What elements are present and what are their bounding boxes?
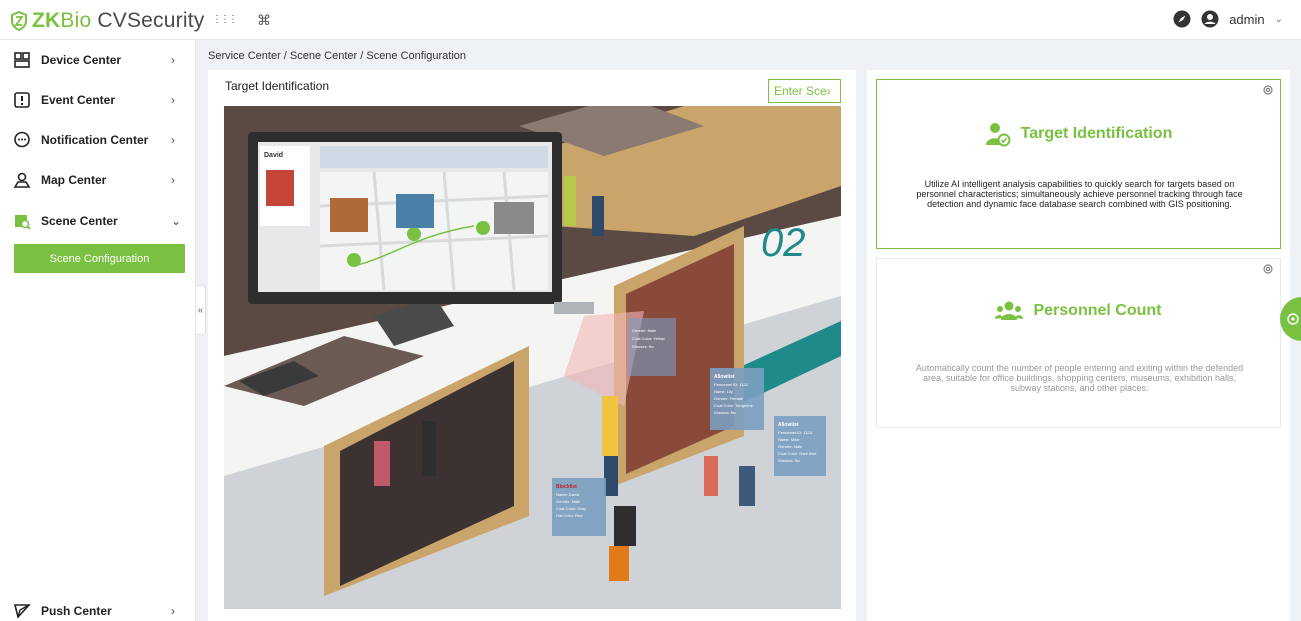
svg-text:Glasses: No: Glasses: No: [632, 344, 655, 349]
svg-text:Blocklist: Blocklist: [556, 484, 577, 490]
svg-text:Coat Color: Gray: Coat Color: Gray: [556, 506, 586, 511]
card-title: Target Identification: [1020, 125, 1173, 142]
command-icon[interactable]: ⌘: [256, 12, 272, 28]
svg-text:Personnel ID: 1122: Personnel ID: 1122: [714, 382, 749, 387]
wall-number: 02: [761, 221, 806, 265]
sidebar-item-label: Notification Center: [41, 133, 149, 147]
scene-card-personnel-count[interactable]: Personnel Count Automatically count the …: [876, 258, 1281, 428]
scene-preview-panel: Target Identification Enter Sce› David 0…: [208, 70, 856, 621]
target-person-icon: [985, 123, 1011, 147]
sidebar-item-label: Event Center: [41, 93, 116, 107]
scene-illustration: David 02 Blocklist Name: David Gender: M…: [224, 106, 841, 609]
push-icon: [13, 604, 31, 619]
floating-side-tab[interactable]: [1280, 297, 1301, 341]
svg-text:Gender: Male: Gender: Male: [556, 499, 581, 504]
sidebar-collapse-handle[interactable]: «: [196, 285, 206, 335]
sidebar-item-event-center[interactable]: Event Center ›: [0, 80, 196, 120]
grid-icon[interactable]: ⋮⋮⋮: [212, 12, 238, 28]
card-description: Utilize AI intelligent analysis capabili…: [916, 179, 1243, 209]
info-tag-allowlist-2: Allowlist Personnel ID: 1123 Name: Mike …: [774, 416, 826, 476]
svg-text:Allowlist: Allowlist: [778, 422, 799, 428]
event-icon: [14, 92, 30, 108]
svg-text:Coat Color: Yellow: Coat Color: Yellow: [632, 336, 665, 341]
chevron-right-icon: ›: [171, 604, 175, 618]
sidebar-item-label: Device Center: [41, 53, 122, 67]
people-group-icon: [995, 301, 1024, 320]
svg-text:Gender: Male: Gender: Male: [778, 444, 803, 449]
svg-text:Personnel ID: 1123: Personnel ID: 1123: [778, 430, 813, 435]
target-icon: [1287, 313, 1299, 325]
notification-icon: [14, 131, 30, 148]
svg-text:Coat Color: Dark blue: Coat Color: Dark blue: [778, 451, 817, 456]
shield-logo-icon: [11, 11, 27, 31]
card-title: Personnel Count: [1033, 302, 1162, 319]
panel-title: Target Identification: [225, 79, 330, 93]
info-tag-camera: Gender: Male Coat Color: Yellow Glasses:…: [628, 318, 676, 376]
chevron-right-icon: ›: [171, 53, 175, 67]
svg-text:Gender: Male: Gender: Male: [632, 328, 657, 333]
card-header: Personnel Count: [877, 300, 1280, 322]
gear-icon[interactable]: [1262, 84, 1274, 96]
compass-icon[interactable]: [1173, 10, 1191, 28]
chevron-right-icon: ›: [171, 173, 175, 187]
sidebar-item-map-center[interactable]: Map Center ›: [0, 160, 196, 200]
sidebar-subitem-scene-configuration[interactable]: Scene Configuration: [14, 244, 185, 273]
sidebar-item-label: Push Center: [41, 604, 112, 618]
svg-text:Hat Color: Red: Hat Color: Red: [556, 513, 582, 518]
sidebar: Device Center › Event Center › Notificat…: [0, 40, 196, 621]
svg-text:Name: Mike: Name: Mike: [778, 437, 800, 442]
breadcrumb: Service Center / Scene Center / Scene Co…: [208, 50, 467, 62]
scene-icon: [15, 215, 31, 230]
chevron-down-icon[interactable]: ⌄: [1275, 14, 1283, 25]
info-tag-blocklist: Blocklist Name: David Gender: Male Coat …: [552, 478, 606, 536]
scene-card-target-identification[interactable]: Target Identification Utilize AI intelli…: [876, 79, 1281, 249]
device-icon: [14, 52, 30, 68]
card-description: Automatically count the number of people…: [915, 363, 1244, 393]
svg-text:Allowlist: Allowlist: [714, 374, 735, 380]
user-name[interactable]: admin: [1229, 12, 1264, 27]
user-area: admin ⌄: [1173, 10, 1283, 28]
app-logo[interactable]: ZKBio CVSecurity: [10, 8, 204, 34]
top-bar: ZKBio CVSecurity ⋮⋮⋮ ⌘ admin ⌄: [0, 0, 1301, 40]
enter-scene-button[interactable]: Enter Sce›: [768, 79, 841, 103]
svg-text:Glasses: No: Glasses: No: [778, 458, 801, 463]
map-icon: [13, 172, 31, 188]
user-circle-icon[interactable]: [1201, 10, 1219, 28]
gear-icon[interactable]: [1262, 263, 1274, 275]
monitor-name: David: [264, 152, 283, 159]
svg-text:Glasses: No: Glasses: No: [714, 410, 737, 415]
card-header: Target Identification: [877, 121, 1280, 147]
app-title: ZKBio CVSecurity: [32, 9, 205, 32]
sidebar-item-push-center[interactable]: Push Center ›: [0, 591, 196, 621]
sidebar-item-label: Scene Center: [41, 214, 118, 228]
sidebar-item-label: Map Center: [41, 173, 107, 187]
chevron-right-icon: ›: [171, 93, 175, 107]
svg-text:Name: David: Name: David: [556, 492, 579, 497]
info-tag-allowlist-1: Allowlist Personnel ID: 1122 Name: Lily …: [710, 368, 764, 430]
chevron-right-icon: ›: [171, 133, 175, 147]
svg-text:Coat Color: Tangerine: Coat Color: Tangerine: [714, 403, 754, 408]
sidebar-item-device-center[interactable]: Device Center ›: [0, 40, 196, 80]
sidebar-item-notification-center[interactable]: Notification Center ›: [0, 120, 196, 160]
svg-text:Name: Lily: Name: Lily: [714, 389, 733, 394]
chevron-down-icon: ⌄: [171, 214, 182, 228]
svg-text:Gender: Female: Gender: Female: [714, 396, 744, 401]
sidebar-item-scene-center[interactable]: Scene Center ⌄: [0, 201, 196, 241]
scene-cards-panel: Target Identification Utilize AI intelli…: [867, 70, 1290, 621]
